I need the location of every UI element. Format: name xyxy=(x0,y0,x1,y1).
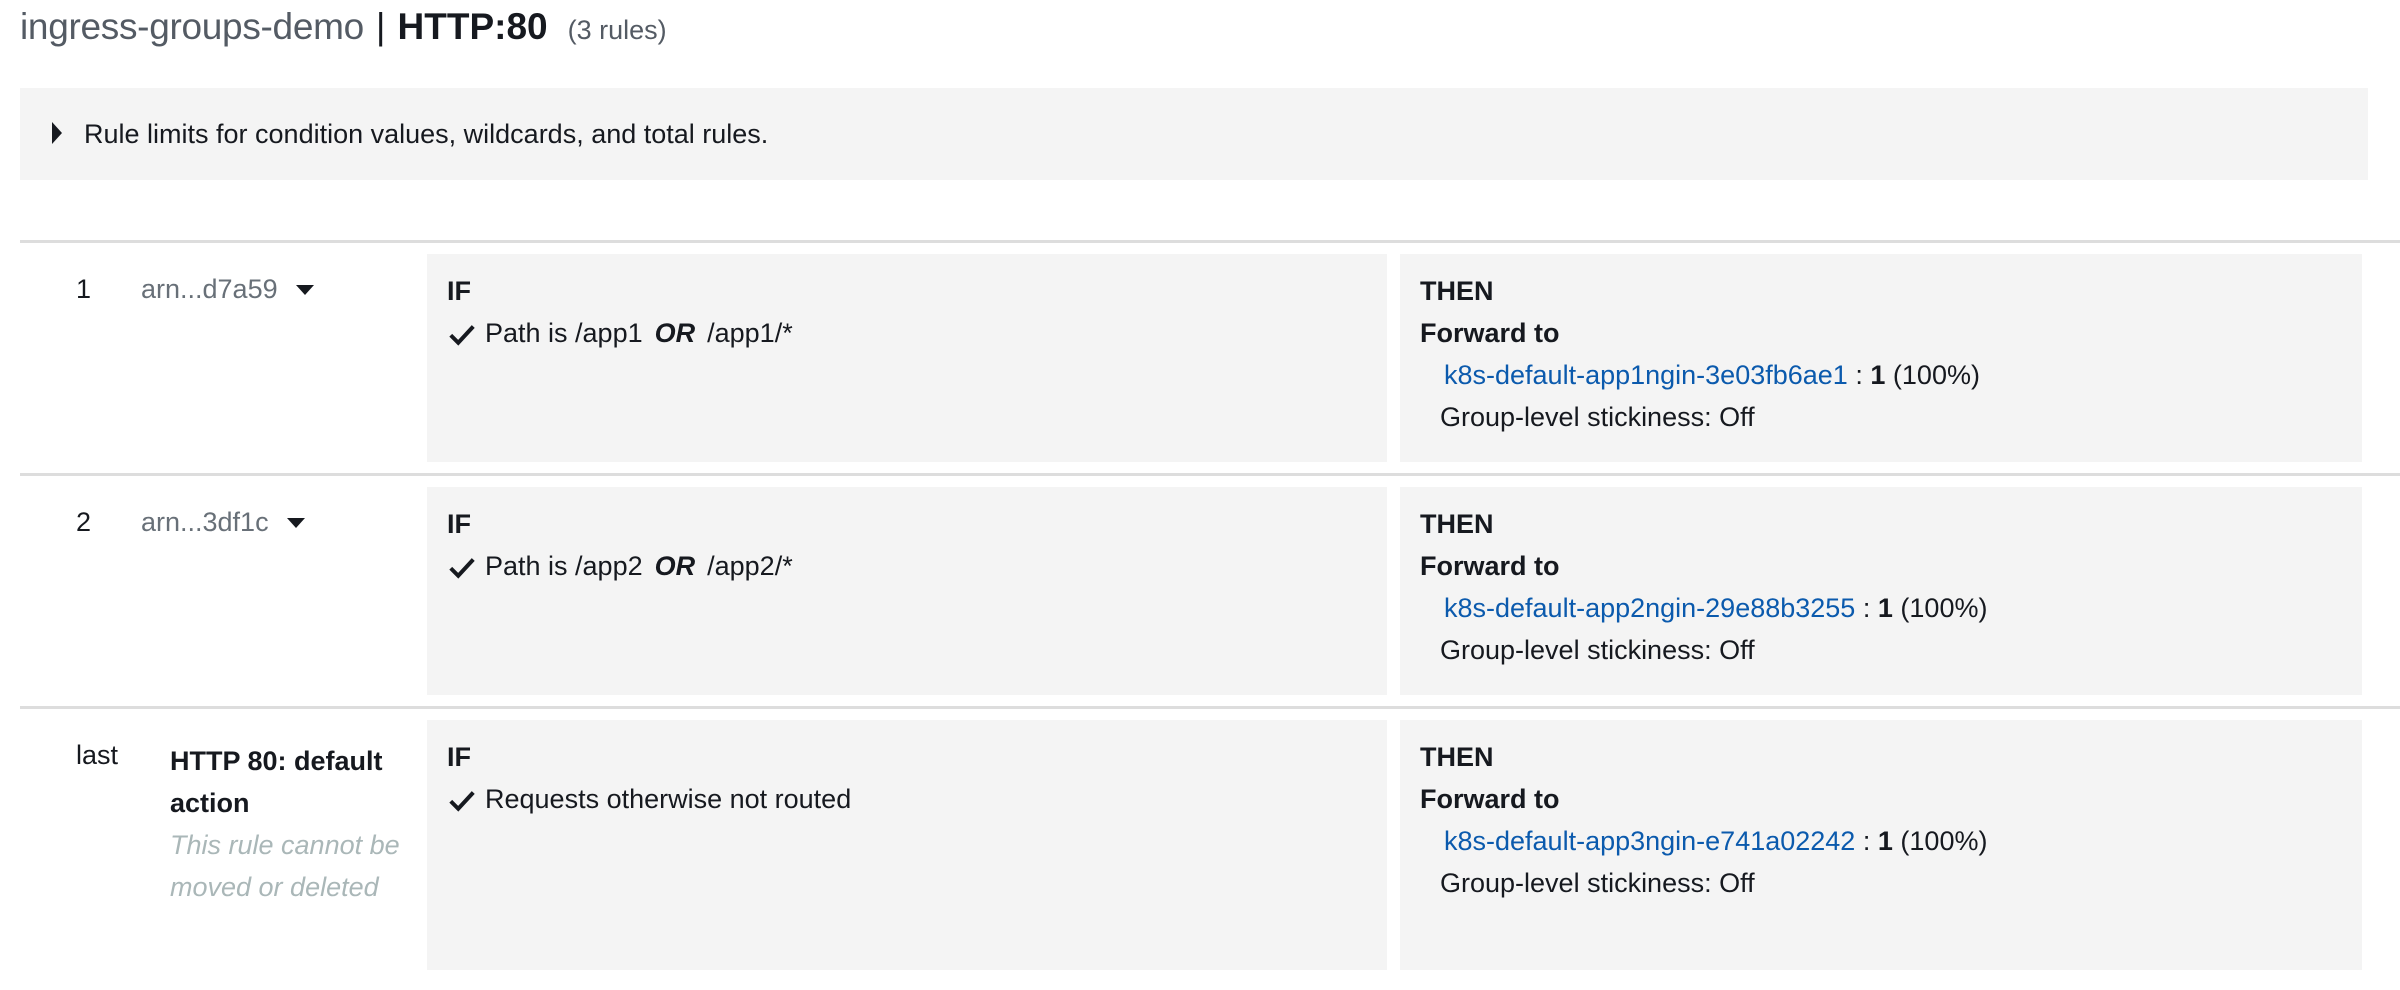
action-label: Forward to xyxy=(1420,784,1560,814)
condition-or: OR xyxy=(654,318,696,348)
stickiness-text: Group-level stickiness: Off xyxy=(1440,868,1755,898)
target-group-link[interactable]: k8s-default-app3ngin-e741a02242 xyxy=(1444,826,1855,856)
condition: Path is /app1 OR /app1/* xyxy=(447,318,793,349)
target-group-line: k8s-default-app3ngin-e741a02242 : 1 (100… xyxy=(1444,826,1987,857)
then-label: THEN xyxy=(1420,509,1494,539)
rule-row: 1 arn...d7a59 IF Path is /app1 OR /app1/… xyxy=(20,254,2400,462)
listener-name: HTTP:80 xyxy=(397,6,548,47)
target-weight: 1 xyxy=(1870,360,1886,390)
stickiness-text: Group-level stickiness: Off xyxy=(1440,635,1755,665)
condition: Requests otherwise not routed xyxy=(447,784,851,815)
target-weight: 1 xyxy=(1877,826,1893,856)
target-group-link[interactable]: k8s-default-app2ngin-29e88b3255 xyxy=(1444,593,1855,623)
rule-arn-dropdown[interactable]: arn...d7a59 xyxy=(141,274,314,305)
if-label: IF xyxy=(447,742,471,772)
target-group-link[interactable]: k8s-default-app1ngin-3e03fb6ae1 xyxy=(1444,360,1848,390)
page-title: ingress-groups-demo | HTTP:80 (3 rules) xyxy=(20,6,667,66)
load-balancer-name: ingress-groups-demo xyxy=(20,6,364,47)
rule-number: 2 xyxy=(76,507,92,537)
default-action-note: This rule cannot be moved or deleted xyxy=(170,830,400,902)
rule-divider xyxy=(20,473,2400,476)
default-action-title: HTTP 80: default action xyxy=(170,746,383,818)
then-label: THEN xyxy=(1420,276,1494,306)
rule-count: (3 rules) xyxy=(567,15,667,45)
condition-text-2: /app2/* xyxy=(707,551,793,581)
condition-or: OR xyxy=(654,551,696,581)
condition: Path is /app2 OR /app2/* xyxy=(447,551,793,582)
then-panel: THEN Forward to k8s-default-app2ngin-29e… xyxy=(1400,487,2362,695)
then-panel: THEN Forward to k8s-default-app1ngin-3e0… xyxy=(1400,254,2362,462)
caret-down-icon xyxy=(286,517,305,528)
stickiness-text: Group-level stickiness: Off xyxy=(1440,402,1755,432)
action-label: Forward to xyxy=(1420,318,1560,348)
caret-down-icon xyxy=(295,284,314,295)
caret-right-icon xyxy=(52,122,62,144)
weight-separator: : xyxy=(1862,826,1871,856)
target-percent: (100%) xyxy=(1892,360,1980,390)
condition-text: Path is /app2 xyxy=(485,551,643,581)
rule-row: 2 arn...3df1c IF Path is /app2 OR /app2/… xyxy=(20,487,2400,695)
weight-separator: : xyxy=(1862,593,1871,623)
condition-text: Requests otherwise not routed xyxy=(485,784,852,814)
rule-divider xyxy=(20,706,2400,709)
title-separator: | xyxy=(375,6,386,47)
rule-limits-expander[interactable]: Rule limits for condition values, wildca… xyxy=(20,88,2368,180)
condition-text: Path is /app1 xyxy=(485,318,643,348)
target-percent: (100%) xyxy=(1900,593,1988,623)
target-group-line: k8s-default-app2ngin-29e88b3255 : 1 (100… xyxy=(1444,593,1987,624)
if-panel: IF Path is /app2 OR /app2/* xyxy=(427,487,1387,695)
target-group-line: k8s-default-app1ngin-3e03fb6ae1 : 1 (100… xyxy=(1444,360,1980,391)
if-panel: IF Requests otherwise not routed xyxy=(427,720,1387,970)
rule-divider xyxy=(20,240,2400,243)
if-label: IF xyxy=(447,276,471,306)
action-label: Forward to xyxy=(1420,551,1560,581)
rule-number: 1 xyxy=(76,274,92,304)
checkmark-icon xyxy=(449,790,475,812)
then-panel: THEN Forward to k8s-default-app3ngin-e74… xyxy=(1400,720,2362,970)
rule-arn-dropdown[interactable]: arn...3df1c xyxy=(141,507,305,538)
rule-arn: arn...d7a59 xyxy=(141,274,278,304)
target-percent: (100%) xyxy=(1900,826,1988,856)
then-label: THEN xyxy=(1420,742,1494,772)
weight-separator: : xyxy=(1855,360,1863,390)
if-label: IF xyxy=(447,509,471,539)
condition-text-2: /app1/* xyxy=(707,318,793,348)
checkmark-icon xyxy=(449,324,475,346)
rule-number: last xyxy=(76,740,119,770)
default-rule-row: last HTTP 80: default action This rule c… xyxy=(20,720,2400,970)
if-panel: IF Path is /app1 OR /app1/* xyxy=(427,254,1387,462)
rule-arn: arn...3df1c xyxy=(141,507,269,537)
target-weight: 1 xyxy=(1877,593,1893,623)
checkmark-icon xyxy=(449,557,475,579)
rule-limits-label: Rule limits for condition values, wildca… xyxy=(84,119,769,149)
